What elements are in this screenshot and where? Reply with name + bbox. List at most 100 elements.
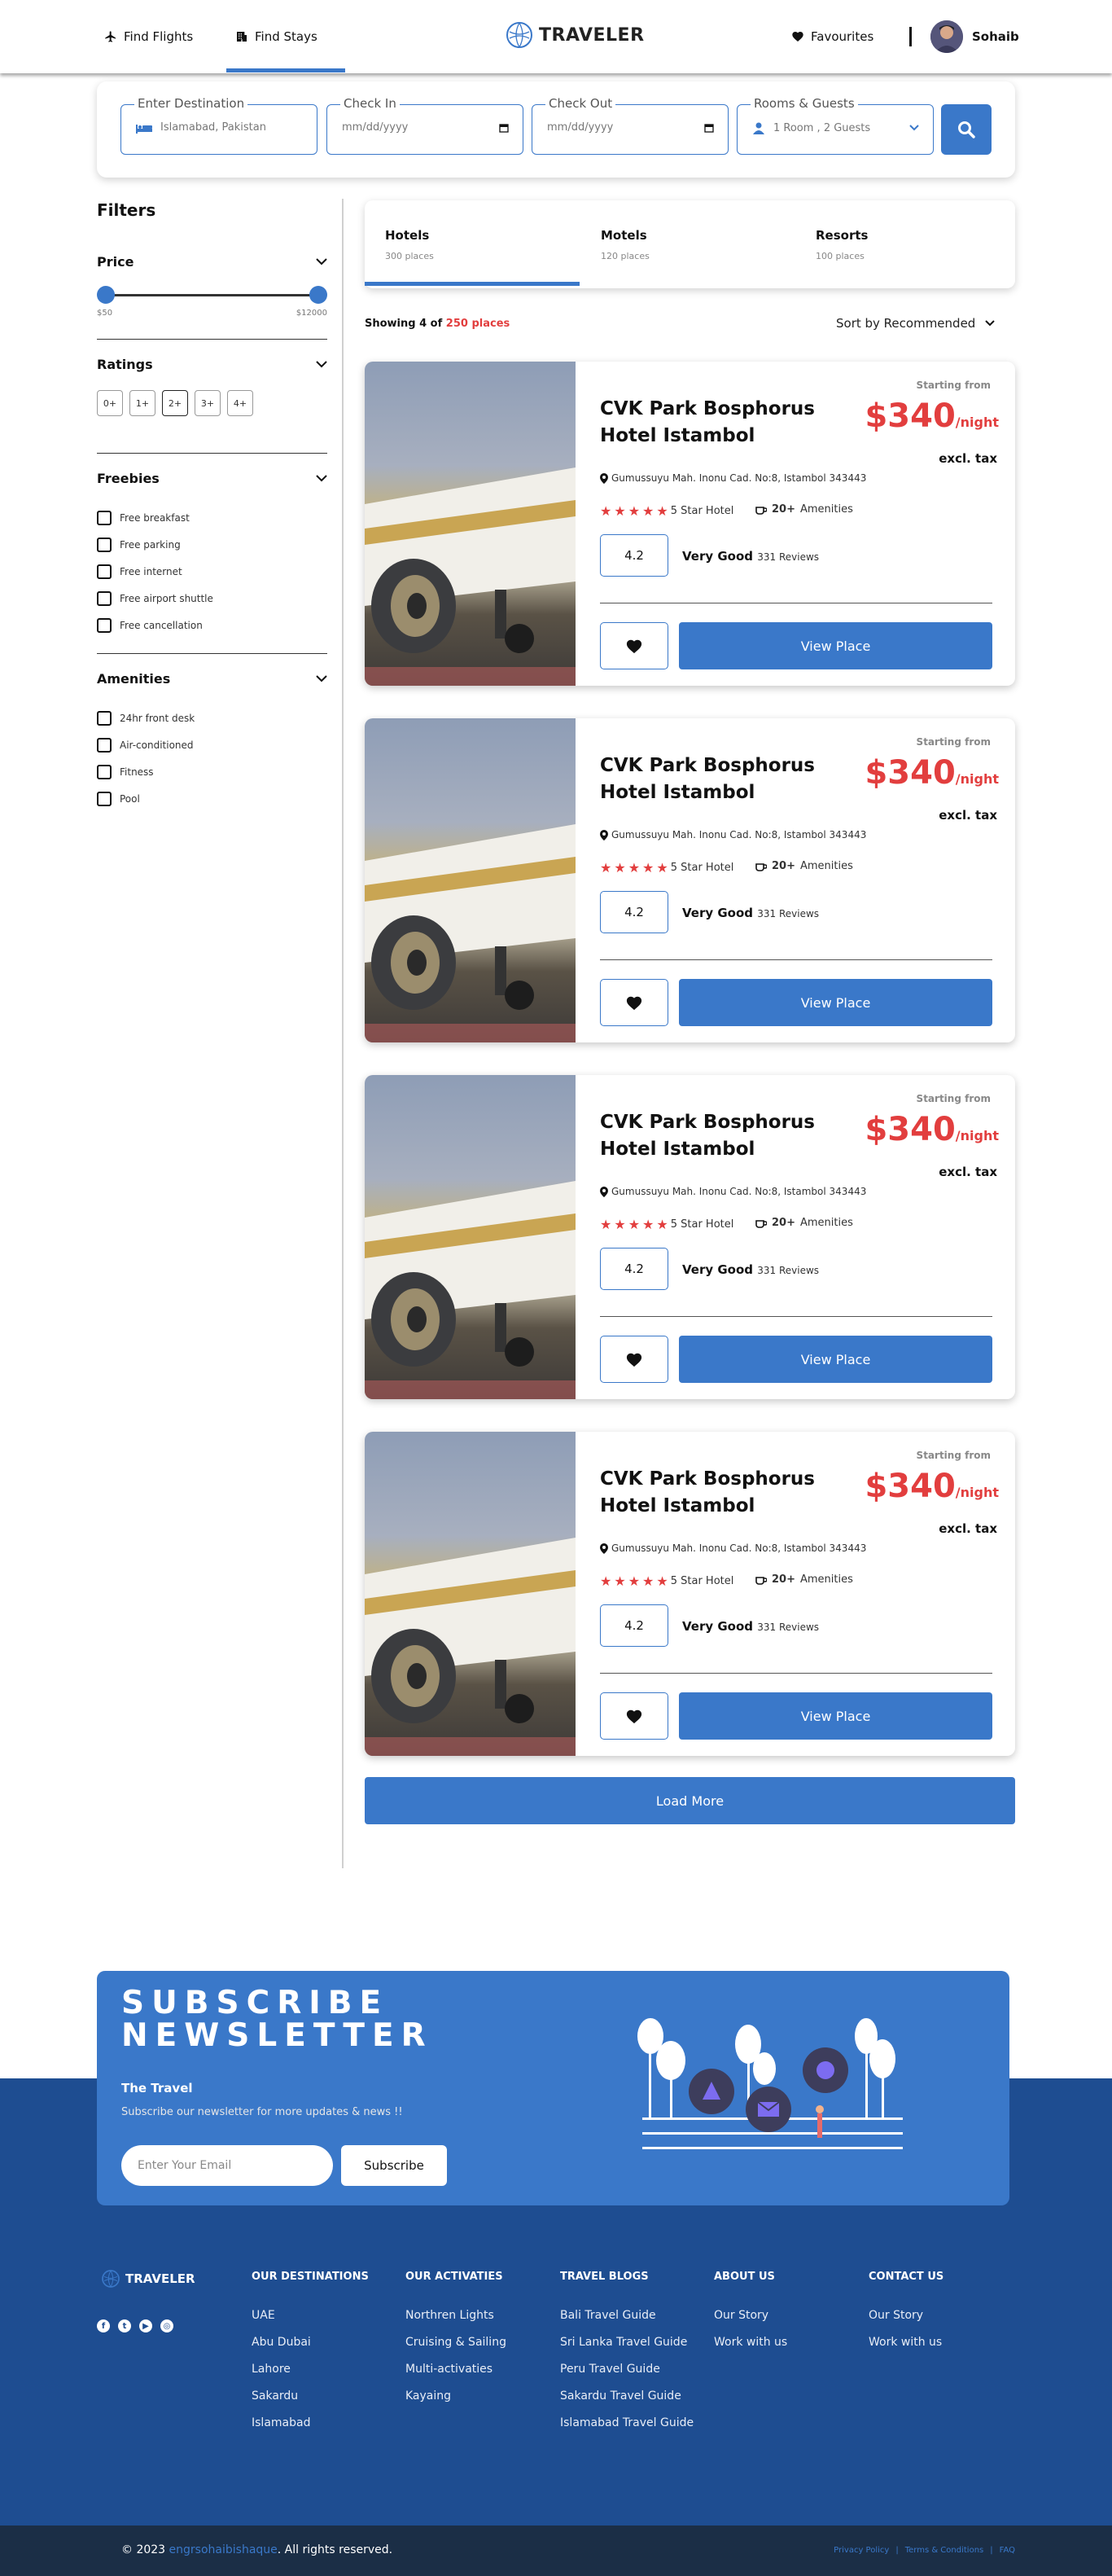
- twitter-icon[interactable]: t: [118, 2319, 131, 2332]
- footer-link[interactable]: Our Story: [714, 2309, 787, 2336]
- hotel-name[interactable]: CVK Park Bosphorus Hotel Istambol: [600, 1466, 869, 1520]
- checkin-field[interactable]: Check In mm/dd/yyyy: [326, 96, 523, 155]
- amenity-checkbox[interactable]: Fitness: [97, 758, 327, 785]
- avatar[interactable]: [930, 20, 963, 53]
- rating-option[interactable]: 3+: [195, 390, 221, 416]
- footer-link[interactable]: Multi-activaties: [405, 2363, 506, 2389]
- newsletter-email-input[interactable]: Enter Your Email: [121, 2145, 333, 2186]
- footer-col-title: CONTACT US: [869, 2271, 944, 2283]
- footer-link[interactable]: Abu Dubai: [252, 2336, 369, 2363]
- favourite-button[interactable]: [600, 622, 668, 669]
- rating-score: 4.2: [600, 891, 668, 933]
- footer-link[interactable]: Islamabad: [252, 2416, 369, 2443]
- hotel-image[interactable]: [365, 1075, 576, 1399]
- footer-link[interactable]: Work with us: [869, 2336, 943, 2363]
- youtube-icon[interactable]: ▶: [139, 2319, 152, 2332]
- favourite-button[interactable]: [600, 1336, 668, 1383]
- freebie-checkbox[interactable]: Free cancellation: [97, 612, 327, 639]
- hotel-name[interactable]: CVK Park Bosphorus Hotel Istambol: [600, 396, 869, 450]
- hotel-image[interactable]: [365, 718, 576, 1042]
- instagram-icon[interactable]: ◎: [160, 2319, 173, 2332]
- filter-divider: [97, 653, 327, 654]
- brand-logo[interactable]: TRAVELER: [505, 20, 645, 50]
- view-place-button[interactable]: View Place: [679, 622, 992, 669]
- price-range-slider[interactable]: [97, 286, 327, 304]
- privacy-policy-link[interactable]: Privacy Policy: [834, 2546, 889, 2555]
- footer-link[interactable]: Islamabad Travel Guide: [560, 2416, 694, 2443]
- checkbox-box[interactable]: [97, 510, 112, 525]
- footer-link[interactable]: Peru Travel Guide: [560, 2363, 694, 2389]
- hotel-image[interactable]: [365, 1432, 576, 1756]
- checkbox-box[interactable]: [97, 564, 112, 579]
- calendar-icon[interactable]: [499, 123, 509, 133]
- hotel-name[interactable]: CVK Park Bosphorus Hotel Istambol: [600, 1109, 869, 1163]
- checkbox-box[interactable]: [97, 710, 112, 726]
- hotel-name[interactable]: CVK Park Bosphorus Hotel Istambol: [600, 753, 869, 806]
- rating-option[interactable]: 0+: [97, 390, 123, 416]
- tab-motels[interactable]: Motels 120 places: [601, 228, 650, 261]
- freebie-checkbox[interactable]: Free parking: [97, 531, 327, 558]
- tab-resorts[interactable]: Resorts 100 places: [816, 228, 868, 261]
- destination-field[interactable]: Enter Destination Islamabad, Pakistan: [120, 96, 317, 155]
- price-filter-header[interactable]: Price: [97, 254, 327, 270]
- checkbox-box[interactable]: [97, 764, 112, 779]
- checkout-field[interactable]: Check Out mm/dd/yyyy: [532, 96, 729, 155]
- footer-link[interactable]: UAE: [252, 2309, 369, 2336]
- favourite-button[interactable]: [600, 1692, 668, 1740]
- slider-min-handle[interactable]: [97, 286, 115, 304]
- checkbox-box[interactable]: [97, 737, 112, 753]
- rating-option[interactable]: 4+: [227, 390, 253, 416]
- amenities-filter-header[interactable]: Amenities: [97, 671, 327, 687]
- calendar-icon[interactable]: [704, 123, 714, 133]
- footer-link[interactable]: Sri Lanka Travel Guide: [560, 2336, 694, 2363]
- ratings-filter-header[interactable]: Ratings: [97, 357, 327, 372]
- checkbox-box[interactable]: [97, 617, 112, 633]
- checkbox-box[interactable]: [97, 537, 112, 552]
- amenity-checkbox[interactable]: Pool: [97, 785, 327, 812]
- footer-link[interactable]: Sakardu Travel Guide: [560, 2389, 694, 2416]
- footer-link[interactable]: Northren Lights: [405, 2309, 506, 2336]
- footer-link[interactable]: Sakardu: [252, 2389, 369, 2416]
- sort-dropdown[interactable]: Sort by Recommended: [836, 316, 996, 331]
- footer-link[interactable]: Work with us: [714, 2336, 787, 2363]
- view-place-button[interactable]: View Place: [679, 1336, 992, 1383]
- nav-find-flights[interactable]: Find Flights: [104, 0, 193, 73]
- rooms-guests-select[interactable]: Rooms & Guests 1 Room , 2 Guests: [737, 96, 934, 155]
- footer-link[interactable]: Our Story: [869, 2309, 943, 2336]
- search-bar: Enter Destination Islamabad, Pakistan Ch…: [97, 81, 1015, 178]
- checkbox-box[interactable]: [97, 590, 112, 606]
- footer-link[interactable]: Kayaing: [405, 2389, 506, 2416]
- rating-option[interactable]: 2+: [162, 390, 188, 416]
- nav-find-stays[interactable]: Find Stays: [235, 0, 317, 73]
- amenity-checkbox[interactable]: 24hr front desk: [97, 704, 327, 731]
- freebie-checkbox[interactable]: Free airport shuttle: [97, 585, 327, 612]
- tab-hotels[interactable]: Hotels 300 places: [385, 228, 434, 261]
- footer-link[interactable]: Lahore: [252, 2363, 369, 2389]
- slider-max-handle[interactable]: [309, 286, 327, 304]
- rating-option[interactable]: 1+: [129, 390, 155, 416]
- rating-summary: Very Good 331 Reviews: [682, 1262, 819, 1277]
- footer-logo[interactable]: TRAVELER: [101, 2269, 195, 2289]
- amenities-label: Amenities: [799, 1217, 853, 1229]
- terms-link[interactable]: Terms & Conditions: [905, 2546, 984, 2555]
- subscribe-button[interactable]: Subscribe: [341, 2145, 447, 2186]
- freebie-checkbox[interactable]: Free internet: [97, 558, 327, 585]
- amenity-checkbox[interactable]: Air-conditioned: [97, 731, 327, 758]
- facebook-icon[interactable]: f: [97, 2319, 110, 2332]
- copyright-link[interactable]: engrsohaibishaque: [169, 2543, 278, 2556]
- faq-link[interactable]: FAQ: [1000, 2546, 1015, 2555]
- nav-user-name[interactable]: Sohaib: [972, 0, 1019, 73]
- view-place-button[interactable]: View Place: [679, 979, 992, 1026]
- footer-link[interactable]: Bali Travel Guide: [560, 2309, 694, 2336]
- view-place-button[interactable]: View Place: [679, 1692, 992, 1740]
- load-more-button[interactable]: Load More: [365, 1777, 1015, 1824]
- amenities-count: 20+: [772, 503, 795, 516]
- freebie-checkbox[interactable]: Free breakfast: [97, 504, 327, 531]
- nav-favourites[interactable]: Favourites: [791, 0, 873, 73]
- checkbox-box[interactable]: [97, 791, 112, 806]
- favourite-button[interactable]: [600, 979, 668, 1026]
- hotel-image[interactable]: [365, 362, 576, 686]
- search-button[interactable]: [941, 104, 992, 155]
- freebies-filter-header[interactable]: Freebies: [97, 471, 327, 486]
- footer-link[interactable]: Cruising & Sailing: [405, 2336, 506, 2363]
